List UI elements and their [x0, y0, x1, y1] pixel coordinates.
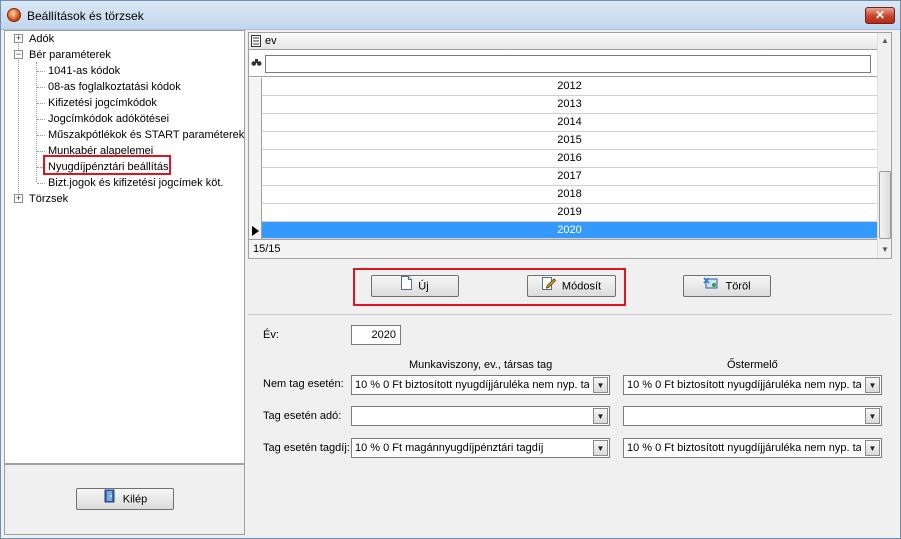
row-indicator-column — [249, 78, 262, 239]
scrollbar-thumb[interactable] — [879, 171, 891, 239]
record-count: 15/15 — [249, 239, 877, 258]
collapse-icon[interactable]: − — [14, 50, 23, 59]
select-value: 10 % 0 Ft biztosított nyugdíjjáruléka ne… — [355, 379, 589, 391]
exit-button-label: Kilép — [122, 493, 148, 506]
grid-scrollbar[interactable]: ▲ ▼ — [877, 33, 891, 258]
expand-icon[interactable]: + — [14, 34, 23, 43]
column-chooser-icon[interactable] — [251, 35, 261, 50]
window-title: Beállítások és törzsek — [27, 9, 144, 23]
year-label: Év: — [263, 329, 279, 341]
employment-column-header: Munkaviszony, ev., társas tag — [409, 359, 553, 371]
tree-connector — [36, 62, 37, 182]
chevron-down-icon[interactable]: ▼ — [865, 408, 880, 424]
tree-item-bizt-jogok[interactable]: Bizt.jogok és kifizetési jogcímek köt. — [48, 175, 223, 191]
member-fee-producer-select[interactable]: 10 % 0 Ft biztosított nyugdíjjáruléka ne… — [623, 438, 882, 458]
divider — [248, 314, 892, 315]
member-tax-employment-select[interactable]: ▼ — [351, 406, 610, 426]
chevron-down-icon[interactable]: ▼ — [593, 377, 608, 393]
tree-item-1041-kodok[interactable]: 1041-as kódok — [48, 63, 120, 79]
member-fee-employment-select[interactable]: 10 % 0 Ft magánnyugdíjpénztári tagdíj ▼ — [351, 438, 610, 458]
member-fee-label: Tag esetén tagdíj: — [263, 442, 350, 454]
modify-button-label: Módosít — [561, 280, 602, 293]
close-button[interactable]: ✕ — [865, 7, 895, 24]
new-button-label: Új — [418, 280, 429, 293]
tree-item-label: Bizt.jogok és kifizetési jogcímek köt. — [48, 177, 224, 189]
expand-icon[interactable]: + — [14, 194, 23, 203]
tree-item-muszakpotlekok[interactable]: Műszakpótlékok és START paraméterek — [48, 127, 244, 143]
highlight-frame — [43, 155, 171, 175]
delete-button-label: Töröl — [725, 280, 751, 293]
tree-item-label: Törzsek — [29, 193, 69, 205]
table-row[interactable]: 2016 — [262, 150, 877, 168]
table-row[interactable]: 2012 — [262, 78, 877, 96]
chevron-down-icon[interactable]: ▼ — [865, 440, 880, 456]
table-row[interactable]: 2017 — [262, 168, 877, 186]
table-row[interactable]: 2015 — [262, 132, 877, 150]
tree-item-label: Jogcímkódok adókötései — [48, 113, 170, 125]
title-bar: Beállítások és törzsek ✕ — [1, 1, 900, 30]
settings-tree: + Adók − Bér paraméterek 1041-as kódok 0… — [5, 31, 244, 463]
select-value: 10 % 0 Ft magánnyugdíjpénztári tagdíj — [355, 442, 544, 454]
select-value: 10 % 0 Ft biztosított nyugdíjjáruléka ne… — [627, 379, 861, 391]
member-tax-producer-select[interactable]: ▼ — [623, 406, 882, 426]
tree-item-label: Adók — [29, 33, 55, 45]
year-grid: ev 2012 2013 2014 2015 2016 2017 2018 20… — [248, 32, 892, 259]
delete-record-icon — [703, 276, 719, 297]
non-member-producer-select[interactable]: 10 % 0 Ft biztosított nyugdíjjáruléka ne… — [623, 375, 882, 395]
binoculars-icon — [251, 58, 262, 70]
tree-connector — [37, 103, 45, 104]
modify-button[interactable]: Módosít — [527, 275, 616, 297]
settings-window: Beállítások és törzsek ✕ + Adók − Bér pa… — [0, 0, 901, 539]
new-document-icon — [401, 276, 413, 297]
edit-document-icon — [541, 276, 557, 297]
chevron-down-icon[interactable]: ▼ — [593, 408, 608, 424]
table-row[interactable]: 2019 — [262, 204, 877, 222]
year-field[interactable]: 2020 — [351, 325, 401, 345]
tree-item-kifizetesi-jogcimkodok[interactable]: Kifizetési jogcímkódok — [48, 95, 157, 111]
member-tax-label: Tag esetén adó: — [263, 410, 342, 422]
tree-connector — [37, 71, 45, 72]
table-row-selected[interactable]: 2020 — [262, 222, 877, 239]
tree-connector — [37, 87, 45, 88]
chevron-down-icon[interactable]: ▼ — [865, 377, 880, 393]
table-row[interactable]: 2014 — [262, 114, 877, 132]
tree-connector — [37, 119, 45, 120]
scroll-up-icon[interactable]: ▲ — [881, 36, 889, 45]
table-row[interactable]: 2018 — [262, 186, 877, 204]
delete-button[interactable]: Töröl — [683, 275, 771, 297]
tree-item-08-foglalkoztatasi-kodok[interactable]: 08-as foglalkoztatási kódok — [48, 79, 181, 95]
filter-row — [249, 51, 877, 77]
exit-button[interactable]: Kilép — [76, 488, 174, 510]
tree-item-label: Bér paraméterek — [29, 49, 111, 61]
tree-item-jogcimkodok-adokotesei[interactable]: Jogcímkódok adókötései — [48, 111, 169, 127]
column-header-ev[interactable]: ev — [265, 35, 277, 47]
tree-connector — [37, 135, 45, 136]
settings-tree-panel: + Adók − Bér paraméterek 1041-as kódok 0… — [4, 30, 245, 464]
tree-item-label: 1041-as kódok — [48, 65, 121, 77]
tree-connector — [18, 39, 19, 199]
tree-item-label: Műszakpótlékok és START paraméterek — [48, 129, 245, 141]
app-icon — [7, 8, 21, 22]
chevron-down-icon[interactable]: ▼ — [593, 440, 608, 456]
left-bottom-panel: Kilép — [4, 464, 245, 535]
new-button[interactable]: Új — [371, 275, 459, 297]
filter-input[interactable] — [265, 55, 871, 73]
exit-door-icon — [103, 489, 117, 510]
select-value: 10 % 0 Ft biztosított nyugdíjjáruléka ne… — [627, 442, 861, 454]
producer-column-header: Őstermelő — [727, 359, 778, 371]
tree-item-label: 08-as foglalkoztatási kódok — [48, 81, 181, 93]
tree-connector — [37, 151, 45, 152]
tree-item-label: Kifizetési jogcímkódok — [48, 97, 157, 109]
table-row[interactable]: 2013 — [262, 96, 877, 114]
scroll-down-icon[interactable]: ▼ — [881, 245, 889, 254]
non-member-label: Nem tag esetén: — [263, 378, 344, 390]
grid-header: ev — [249, 33, 877, 50]
non-member-employment-select[interactable]: 10 % 0 Ft biztosított nyugdíjjáruléka ne… — [351, 375, 610, 395]
current-row-pointer-icon — [252, 226, 259, 239]
tree-connector — [37, 183, 45, 184]
